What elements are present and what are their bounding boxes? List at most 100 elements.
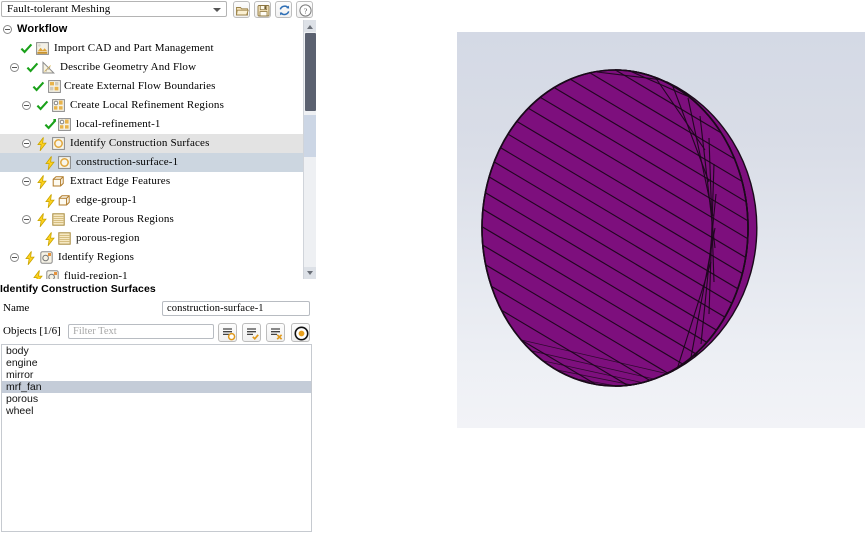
tree-item-local-refinement-regions[interactable]: Create Local Refinement Regions xyxy=(0,96,303,115)
check-icon xyxy=(36,100,49,111)
tree-item-create-porous-regions[interactable]: Create Porous Regions xyxy=(0,210,303,229)
graphics-viewport[interactable] xyxy=(457,32,865,428)
tree-root-label: Workflow xyxy=(17,23,68,35)
tree-item-identify-regions[interactable]: Identify Regions xyxy=(0,248,303,267)
name-input-value: construction-surface-1 xyxy=(167,303,264,314)
tree-item-edge-group-1[interactable]: edge-group-1 xyxy=(0,191,303,210)
construction-surface-icon xyxy=(58,156,71,169)
list-item[interactable]: porous xyxy=(2,393,311,405)
list-circle-icon xyxy=(223,328,236,341)
identify-regions-icon xyxy=(46,270,59,279)
check-icon xyxy=(26,62,39,73)
scroll-down-arrow-icon[interactable] xyxy=(304,267,316,279)
lightning-bolt-icon xyxy=(25,251,35,265)
tree-item-label: Identify Regions xyxy=(58,251,135,263)
objects-filter-row: Objects [1/6] Filter Text xyxy=(0,323,316,343)
folder-open-icon xyxy=(235,7,249,16)
tree-item-import-cad[interactable]: Import CAD and Part Management xyxy=(0,39,303,58)
tree-item-label: Create Local Refinement Regions xyxy=(70,99,225,111)
name-field-row: Name construction-surface-1 xyxy=(0,301,316,318)
scroll-up-arrow-icon[interactable] xyxy=(304,20,316,32)
chevron-down-icon xyxy=(213,8,221,12)
expander-icon[interactable] xyxy=(10,63,19,72)
name-input[interactable]: construction-surface-1 xyxy=(162,301,310,316)
tree-item-identify-construction-surfaces[interactable]: Identify Construction Surfaces xyxy=(0,134,303,153)
objects-list[interactable]: body engine mirror mrf_fan porous wheel xyxy=(1,344,312,532)
porous-region-icon xyxy=(58,232,71,245)
refinement-region-icon xyxy=(58,118,71,131)
filter-placeholder: Filter Text xyxy=(73,326,117,337)
tree-item-fluid-region-1[interactable]: fluid-region-1 xyxy=(0,267,303,279)
open-workflow-button[interactable] xyxy=(233,1,250,18)
tree-item-label: porous-region xyxy=(76,232,140,244)
tree-root-row[interactable]: Workflow xyxy=(0,20,303,39)
check-icon xyxy=(32,81,45,92)
cad-import-icon xyxy=(36,42,49,55)
expander-icon[interactable] xyxy=(22,139,31,148)
floppy-disk-icon xyxy=(257,5,270,17)
lightning-bolt-icon xyxy=(33,270,43,279)
expander-icon[interactable] xyxy=(22,101,31,110)
workflow-tree[interactable]: Workflow Import CAD and Part Management xyxy=(0,20,316,279)
page-title: Identify Construction Surfaces xyxy=(0,283,156,295)
list-item[interactable]: engine xyxy=(2,357,311,369)
list-item[interactable]: body xyxy=(2,345,311,357)
expander-icon[interactable] xyxy=(3,25,12,34)
scrollbar-track-secondary[interactable] xyxy=(304,115,316,157)
tree-item-label: Create Porous Regions xyxy=(70,213,174,225)
tree-scrollbar[interactable] xyxy=(303,20,316,279)
list-x-icon xyxy=(271,328,283,340)
lightning-bolt-icon xyxy=(45,156,55,170)
refresh-arrows-icon xyxy=(279,5,290,16)
lightning-bolt-icon xyxy=(45,232,55,246)
identify-regions-icon xyxy=(40,251,53,264)
tree-item-describe-geometry[interactable]: Describe Geometry And Flow xyxy=(0,58,303,77)
porous-region-icon xyxy=(52,213,65,226)
help-button[interactable]: ? xyxy=(296,1,313,18)
list-check-icon xyxy=(247,328,259,341)
list-highlight-button[interactable] xyxy=(291,323,310,342)
expander-icon[interactable] xyxy=(22,177,31,186)
tree-item-label: edge-group-1 xyxy=(76,194,138,206)
tree-item-label: local-refinement-1 xyxy=(76,118,161,130)
properties-panel-header: Identify Construction Surfaces xyxy=(0,282,316,296)
lightning-bolt-icon xyxy=(37,213,47,227)
tree-item-external-flow-boundaries[interactable]: Create External Flow Boundaries xyxy=(0,77,303,96)
workflow-toolbar: Fault-tolerant Meshing ? xyxy=(0,0,316,19)
workflow-type-select[interactable]: Fault-tolerant Meshing xyxy=(1,1,227,17)
tree-item-label: fluid-region-1 xyxy=(64,270,128,279)
reset-workflow-button[interactable] xyxy=(275,1,292,18)
lightning-bolt-icon xyxy=(45,194,55,208)
tree-item-label: Extract Edge Features xyxy=(70,175,171,187)
list-select-all-button[interactable] xyxy=(218,323,237,342)
flow-boundary-icon xyxy=(48,80,61,93)
filter-input[interactable]: Filter Text xyxy=(68,324,214,339)
edge-features-icon xyxy=(52,176,64,187)
lightning-bolt-icon xyxy=(37,175,47,189)
check-icon xyxy=(44,119,57,130)
list-check-button[interactable] xyxy=(242,323,261,342)
tree-item-local-refinement-1[interactable]: local-refinement-1 xyxy=(0,115,303,134)
scrollbar-thumb[interactable] xyxy=(305,33,316,111)
list-item[interactable]: mirror xyxy=(2,369,311,381)
question-mark-circle-icon: ? xyxy=(299,4,312,17)
tree-item-label: Create External Flow Boundaries xyxy=(64,80,216,92)
fan-mesh-geometry xyxy=(481,69,758,387)
list-item-selected[interactable]: mrf_fan xyxy=(2,381,311,393)
refinement-region-icon xyxy=(52,99,65,112)
name-label: Name xyxy=(3,302,30,314)
tree-item-construction-surface-1[interactable]: construction-surface-1 xyxy=(0,153,303,172)
list-item[interactable]: wheel xyxy=(2,405,311,417)
objects-label: Objects [1/6] xyxy=(3,325,61,337)
geometry-ruler-icon xyxy=(42,61,55,74)
expander-icon[interactable] xyxy=(10,253,19,262)
expander-icon[interactable] xyxy=(22,215,31,224)
tree-item-label: construction-surface-1 xyxy=(76,156,179,168)
list-clear-button[interactable] xyxy=(266,323,285,342)
edge-features-icon xyxy=(58,195,70,206)
target-dot-icon xyxy=(294,326,309,341)
tree-item-porous-region[interactable]: porous-region xyxy=(0,229,303,248)
tree-item-extract-edge-features[interactable]: Extract Edge Features xyxy=(0,172,303,191)
workflow-panel: Fault-tolerant Meshing ? Workflow Import… xyxy=(0,0,316,536)
save-workflow-button[interactable] xyxy=(254,1,271,18)
